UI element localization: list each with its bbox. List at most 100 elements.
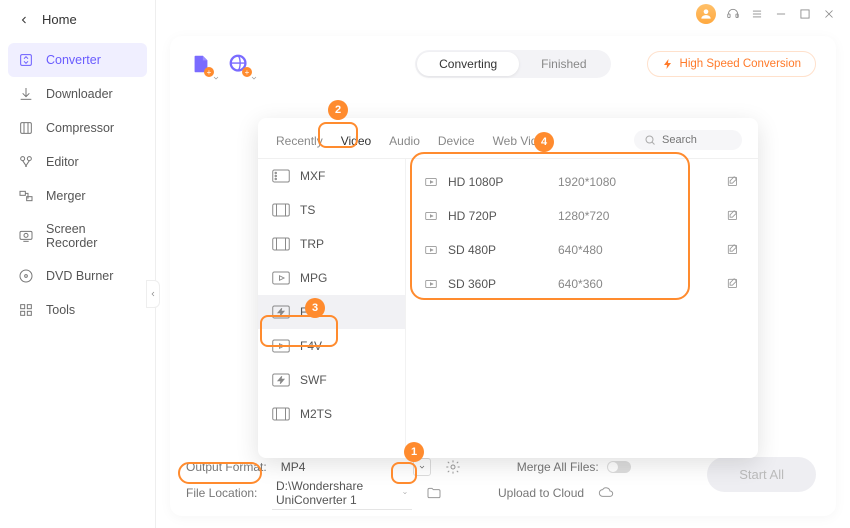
sidebar: Home Converter Downloader Compressor Edi…	[0, 0, 156, 528]
sidebar-item-screen-recorder[interactable]: Screen Recorder	[0, 213, 155, 259]
video-icon	[424, 175, 438, 189]
merge-toggle[interactable]	[607, 461, 631, 473]
add-url-button[interactable]: +	[228, 53, 250, 75]
picker-tab-recently[interactable]: Recently	[274, 128, 325, 158]
video-icon	[424, 277, 438, 291]
window-titlebar	[682, 0, 850, 28]
output-format-value: MP4	[275, 460, 405, 474]
tab-converting[interactable]: Converting	[417, 52, 519, 76]
format-item-mpg[interactable]: MPG	[258, 261, 405, 295]
nav-label: DVD Burner	[46, 269, 113, 283]
format-item-m2ts[interactable]: M2TS	[258, 397, 405, 431]
nav-label: Tools	[46, 303, 75, 317]
folder-icon[interactable]	[426, 485, 442, 501]
format-item-flv[interactable]: FLV	[258, 295, 405, 329]
format-picker: Recently Video Audio Device Web Video MX…	[258, 118, 758, 458]
resolution-item[interactable]: HD 1080P 1920*1080	[406, 165, 758, 199]
sidebar-item-editor[interactable]: Editor	[0, 145, 155, 179]
chevron-left-icon	[149, 290, 157, 298]
toolbar: + + Converting Finished High Speed Conve…	[170, 36, 836, 92]
search-field[interactable]	[634, 130, 742, 150]
nav-label: Editor	[46, 155, 79, 169]
picker-tab-audio[interactable]: Audio	[387, 128, 422, 158]
lightning-icon	[662, 58, 674, 70]
sidebar-item-tools[interactable]: Tools	[0, 293, 155, 327]
file-location-label: File Location:	[186, 486, 264, 500]
sidebar-item-downloader[interactable]: Downloader	[0, 77, 155, 111]
search-input[interactable]	[662, 134, 732, 146]
minimize-icon[interactable]	[774, 7, 788, 21]
edit-icon[interactable]	[726, 243, 740, 257]
file-location-value: D:\Wondershare UniConverter 1	[276, 479, 402, 507]
start-all-button[interactable]: Start All	[707, 457, 816, 492]
file-icon	[272, 407, 290, 421]
picker-tabs: Recently Video Audio Device Web Video	[258, 118, 758, 159]
output-format-label: Output Format:	[186, 460, 267, 474]
edit-icon[interactable]	[726, 277, 740, 291]
video-icon	[424, 243, 438, 257]
chevron-left-icon	[18, 14, 30, 26]
nav-label: Downloader	[46, 87, 113, 101]
format-item-f4v[interactable]: F4V	[258, 329, 405, 363]
sidebar-collapse-handle[interactable]	[146, 280, 160, 308]
sidebar-item-compressor[interactable]: Compressor	[0, 111, 155, 145]
resolution-item[interactable]: SD 480P 640*480	[406, 233, 758, 267]
chevron-down-icon[interactable]	[212, 69, 220, 77]
edit-icon[interactable]	[726, 175, 740, 189]
high-speed-button[interactable]: High Speed Conversion	[647, 51, 816, 77]
status-tabs: Converting Finished	[415, 50, 610, 78]
user-avatar[interactable]	[696, 4, 716, 24]
menu-icon[interactable]	[750, 7, 764, 21]
tab-finished[interactable]: Finished	[519, 52, 608, 76]
picker-tab-device[interactable]: Device	[436, 128, 477, 158]
format-item-trp[interactable]: TRP	[258, 227, 405, 261]
format-item-ts[interactable]: TS	[258, 193, 405, 227]
file-icon	[272, 203, 290, 217]
speed-label: High Speed Conversion	[680, 58, 801, 70]
tools-icon	[18, 302, 34, 318]
nav-label: Merger	[46, 189, 86, 203]
gear-icon[interactable]	[445, 459, 461, 475]
file-icon	[272, 339, 290, 353]
sidebar-item-converter[interactable]: Converter	[8, 43, 147, 77]
nav-label: Screen Recorder	[46, 222, 137, 250]
file-location-dropdown[interactable]: D:\Wondershare UniConverter 1	[272, 477, 412, 510]
chevron-down-icon	[402, 489, 408, 497]
recorder-icon	[18, 228, 34, 244]
maximize-icon[interactable]	[798, 7, 812, 21]
merger-icon	[18, 188, 34, 204]
close-icon[interactable]	[822, 7, 836, 21]
search-icon	[644, 134, 656, 146]
home-label: Home	[42, 12, 77, 27]
headset-icon[interactable]	[726, 7, 740, 21]
resolution-list: HD 1080P 1920*1080 HD 720P 1280*720 SD 4…	[406, 159, 758, 455]
chevron-down-icon[interactable]	[250, 69, 258, 77]
upload-label: Upload to Cloud	[498, 486, 584, 500]
cloud-icon[interactable]	[598, 485, 614, 501]
file-icon	[272, 237, 290, 251]
chevron-down-icon	[418, 463, 426, 471]
editor-icon	[18, 154, 34, 170]
picker-tab-web-video[interactable]: Web Video	[491, 128, 553, 158]
format-list: MXF TS TRP MPG FLV F4V SWF M2TS	[258, 159, 406, 455]
picker-tab-video[interactable]: Video	[339, 128, 373, 158]
resolution-item[interactable]: SD 360P 640*360	[406, 267, 758, 301]
home-button[interactable]: Home	[0, 0, 155, 43]
flash-icon	[272, 373, 290, 387]
downloader-icon	[18, 86, 34, 102]
converter-icon	[18, 52, 34, 68]
format-item-swf[interactable]: SWF	[258, 363, 405, 397]
sidebar-item-merger[interactable]: Merger	[0, 179, 155, 213]
sidebar-item-dvd-burner[interactable]: DVD Burner	[0, 259, 155, 293]
file-icon	[272, 271, 290, 285]
nav-label: Converter	[46, 53, 101, 67]
format-item-mxf[interactable]: MXF	[258, 159, 405, 193]
file-icon	[272, 169, 290, 183]
edit-icon[interactable]	[726, 209, 740, 223]
compressor-icon	[18, 120, 34, 136]
output-format-dropdown[interactable]	[413, 458, 431, 476]
resolution-item[interactable]: HD 720P 1280*720	[406, 199, 758, 233]
dvd-icon	[18, 268, 34, 284]
merge-label: Merge All Files:	[517, 460, 599, 474]
add-file-button[interactable]: +	[190, 53, 212, 75]
